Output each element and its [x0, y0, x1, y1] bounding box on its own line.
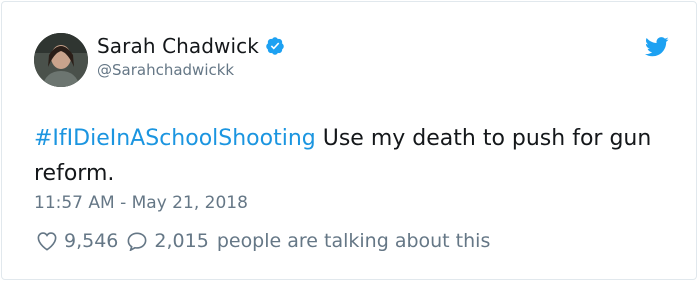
- talking-about-text[interactable]: people are talking about this: [217, 230, 491, 252]
- hashtag-link[interactable]: #IfIDieInASchoolShooting: [34, 126, 316, 151]
- reply-count: 2,015: [154, 230, 209, 252]
- engagement-bar: 9,546 2,015 people are talking about thi…: [36, 230, 490, 252]
- twitter-bird-icon[interactable]: [644, 37, 669, 57]
- author-name-row: Sarah Chadwick: [97, 34, 285, 58]
- author-name[interactable]: Sarah Chadwick: [97, 34, 259, 58]
- avatar[interactable]: [34, 33, 88, 87]
- author-handle[interactable]: @Sarahchadwickk: [97, 61, 234, 79]
- verified-badge-icon: [265, 36, 285, 56]
- like-count: 9,546: [64, 230, 119, 252]
- heart-icon[interactable]: [36, 231, 58, 251]
- timestamp[interactable]: 11:57 AM - May 21, 2018: [34, 193, 248, 213]
- tweet-text: #IfIDieInASchoolShooting Use my death to…: [34, 121, 674, 191]
- avatar-image: [34, 33, 88, 87]
- reply-bubble-icon[interactable]: [126, 231, 148, 251]
- tweet-card: Sarah Chadwick @Sarahchadwickk #IfIDieIn…: [1, 1, 697, 280]
